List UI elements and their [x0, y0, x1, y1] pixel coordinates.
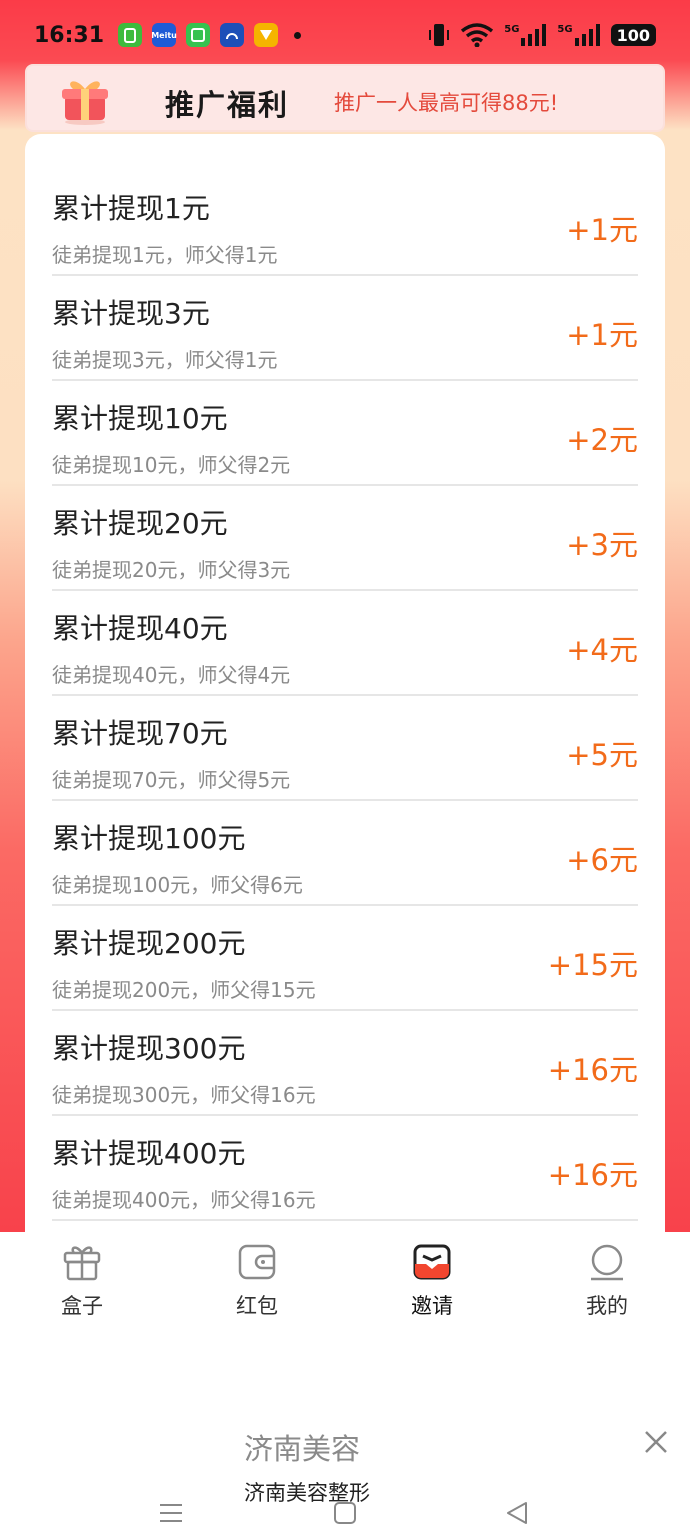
tab-label: 红包 [236, 1294, 278, 1318]
reward-title: 累计提现40元 [52, 612, 228, 645]
gift-box-icon [63, 1246, 101, 1281]
reward-row: 累计提现1元 徒弟提现1元，师父得1元 +1元 [52, 171, 638, 276]
wifi-icon [461, 23, 494, 47]
reward-amount: +1元 [566, 213, 638, 247]
reward-title: 累计提现10元 [52, 402, 228, 435]
reward-description: 徒弟提现1元，师父得1元 [52, 243, 278, 267]
ad-title[interactable]: 济南美容 [244, 1426, 360, 1468]
banner-subtitle: 推广一人最高可得88元! [334, 91, 559, 115]
reward-amount: +6元 [566, 843, 638, 877]
reward-amount: +3元 [566, 528, 638, 562]
reward-row: 累计提现400元 徒弟提现400元，师父得16元 +16元 [52, 1116, 638, 1221]
reward-description: 徒弟提现20元，师父得3元 [52, 558, 291, 582]
reward-row: 累计提现10元 徒弟提现10元，师父得2元 +2元 [52, 381, 638, 486]
reward-title: 累计提现1元 [52, 192, 210, 225]
gift-icon [62, 81, 108, 125]
reward-row: 累计提现3元 徒弟提现3元，师父得1元 +1元 [52, 276, 638, 381]
signal-2-icon: 5G [557, 24, 600, 46]
rewards-card: 累计提现1元 徒弟提现1元，师父得1元 +1元 累计提现3元 徒弟提现3元，师父… [25, 134, 665, 1244]
status-indicators: 5G 5G 100 [428, 22, 656, 48]
yellow-app-icon [254, 23, 279, 47]
reward-description: 徒弟提现100元，师父得6元 [52, 873, 303, 897]
menu-icon[interactable] [158, 1500, 184, 1526]
battery-indicator: 100 [610, 24, 656, 46]
reward-amount: +4元 [566, 633, 638, 667]
reward-amount: +16元 [547, 1053, 638, 1087]
reward-amount: +15元 [547, 948, 638, 982]
tab-label: 盒子 [61, 1294, 103, 1318]
reward-title: 累计提现3元 [52, 297, 210, 330]
reward-amount: +16元 [547, 1158, 638, 1192]
notification-dot-icon [294, 31, 302, 39]
reward-description: 徒弟提现10元，师父得2元 [52, 453, 291, 477]
reward-row: 累计提现300元 徒弟提现300元，师父得16元 +16元 [52, 1011, 638, 1116]
tab-invite[interactable]: 邀请 [372, 1242, 492, 1320]
reward-row: 累计提现100元 徒弟提现100元，师父得6元 +6元 [52, 801, 638, 906]
reward-description: 徒弟提现200元，师父得15元 [52, 978, 316, 1002]
reward-row: 累计提现20元 徒弟提现20元，师父得3元 +3元 [52, 486, 638, 591]
reward-title: 累计提现300元 [52, 1032, 246, 1065]
reward-title: 累计提现20元 [52, 507, 228, 540]
reward-row: 累计提现70元 徒弟提现70元，师父得5元 +5元 [52, 696, 638, 801]
reward-description: 徒弟提现300元，师父得16元 [52, 1083, 316, 1107]
promo-banner: 推广福利 推广一人最高可得88元! [25, 64, 665, 132]
reward-row: 累计提现40元 徒弟提现40元，师父得4元 +4元 [52, 591, 638, 696]
back-icon[interactable] [504, 1500, 530, 1526]
vibrate-icon [429, 24, 450, 46]
reward-description: 徒弟提现3元，师父得1元 [52, 348, 278, 372]
reward-amount: +2元 [566, 423, 638, 457]
home-icon[interactable] [332, 1500, 358, 1526]
reward-description: 徒弟提现400元，师父得16元 [52, 1188, 316, 1212]
tab-box[interactable]: 盒子 [22, 1242, 142, 1320]
banner-title: 推广福利 [165, 88, 290, 122]
close-icon[interactable] [640, 1426, 672, 1458]
reward-title: 累计提现400元 [52, 1137, 246, 1170]
green-app-icon [118, 23, 143, 47]
reward-title: 累计提现70元 [52, 717, 228, 750]
green-grid-app-icon [186, 23, 211, 47]
reward-row: 累计提现200元 徒弟提现200元，师父得15元 +15元 [52, 906, 638, 1011]
bottom-tab-bar: 盒子 红包 邀请 我的 [0, 1232, 690, 1342]
status-time: 16:31 [34, 22, 105, 48]
reward-amount: +5元 [566, 738, 638, 772]
invite-envelope-icon [413, 1244, 451, 1280]
blue-app-icon [220, 23, 245, 47]
reward-description: 徒弟提现70元，师父得5元 [52, 768, 291, 792]
reward-amount: +1元 [566, 318, 638, 352]
tab-mine[interactable]: 我的 [547, 1242, 667, 1320]
tab-label: 邀请 [411, 1294, 453, 1318]
reward-description: 徒弟提现40元，师父得4元 [52, 663, 291, 687]
tab-label: 我的 [586, 1294, 628, 1318]
signal-1-icon: 5G [504, 24, 547, 46]
reward-title: 累计提现100元 [52, 822, 246, 855]
meituan-app-icon: Meitu [151, 23, 177, 47]
tab-red-packet[interactable]: 红包 [197, 1242, 317, 1320]
reward-title: 累计提现200元 [52, 927, 246, 960]
status-bar: 16:31 Meitu 5G 5G 100 [0, 0, 690, 70]
wallet-icon [238, 1244, 276, 1280]
profile-icon [591, 1244, 623, 1281]
